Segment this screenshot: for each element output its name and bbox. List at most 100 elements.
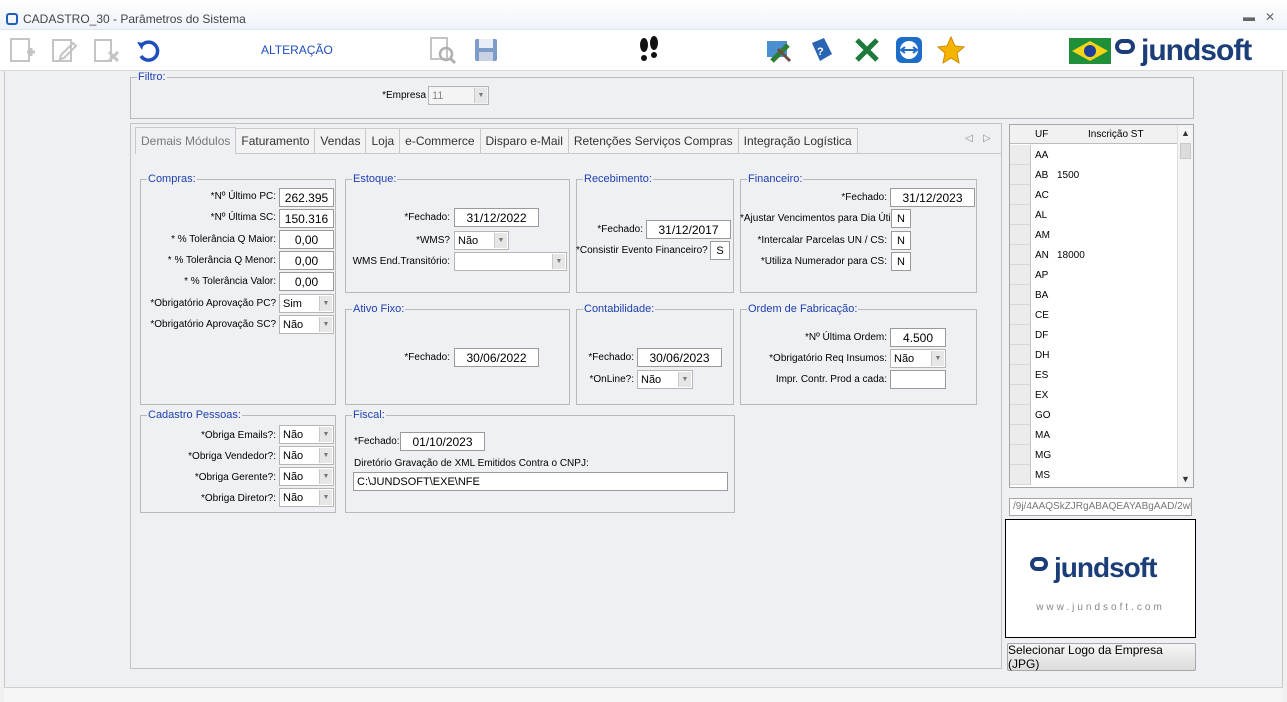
obriga-diretor-select[interactable]: Não ▼ xyxy=(279,488,334,507)
undo-icon[interactable] xyxy=(131,33,165,67)
grid-row[interactable]: MG xyxy=(1010,445,1178,465)
excel-icon[interactable] xyxy=(850,33,884,67)
tab-5[interactable]: Disparo e-Mail xyxy=(479,128,569,153)
row-selector[interactable] xyxy=(1010,405,1031,425)
row-selector[interactable] xyxy=(1010,245,1031,265)
inscricao-st-column-header[interactable]: Inscrição ST xyxy=(1088,129,1144,140)
row-selector[interactable] xyxy=(1010,465,1031,485)
recebimento-fechado-field[interactable]: 31/12/2017 xyxy=(646,220,731,239)
financeiro-fechado-field[interactable]: 31/12/2023 xyxy=(890,188,975,207)
grid-row[interactable]: ES xyxy=(1010,365,1178,385)
grid-row[interactable]: CE xyxy=(1010,305,1178,325)
grid-row[interactable]: AN 18000 xyxy=(1010,245,1178,265)
req-insumos-select[interactable]: Não ▼ xyxy=(890,349,946,368)
aprov-sc-select[interactable]: Não ▼ xyxy=(279,315,334,334)
logo-base64-field[interactable]: /9j/4AAQSkZJRgABAQEAYABgAAD/2wBD xyxy=(1009,498,1192,516)
uf-column-header[interactable]: UF xyxy=(1035,129,1048,140)
inscricao-st-cell[interactable]: 1500 xyxy=(1057,170,1079,181)
uf-cell: EX xyxy=(1035,390,1049,401)
impr-contr-field[interactable] xyxy=(890,370,946,389)
grid-row[interactable]: AL xyxy=(1010,205,1178,225)
grid-row[interactable]: AA xyxy=(1010,145,1178,165)
inscricao-st-cell[interactable]: 18000 xyxy=(1057,250,1085,261)
estoque-fechado-field[interactable]: 31/12/2022 xyxy=(454,208,539,227)
grid-scrollbar[interactable]: ▲ ▼ xyxy=(1177,125,1193,487)
row-selector[interactable] xyxy=(1010,325,1031,345)
close-button[interactable]: ✕ xyxy=(1265,10,1275,24)
row-selector[interactable] xyxy=(1010,145,1031,165)
tab-7[interactable]: Integração Logística xyxy=(737,128,858,153)
brazil-flag-icon[interactable] xyxy=(1066,33,1114,67)
tab-3[interactable]: Loja xyxy=(365,128,401,153)
inscricao-st-grid[interactable]: UF Inscrição ST AA AB 1500 AC AL AM AN 18000 AP B… xyxy=(1009,124,1194,488)
search-icon[interactable] xyxy=(425,33,459,67)
select-logo-button[interactable]: Selecionar Logo da Empresa (JPG) xyxy=(1007,643,1196,671)
delete-record-icon[interactable] xyxy=(89,33,123,67)
row-selector[interactable] xyxy=(1010,165,1031,185)
row-selector[interactable] xyxy=(1010,185,1031,205)
tab-2[interactable]: Vendas xyxy=(314,128,367,153)
row-selector[interactable] xyxy=(1010,265,1031,285)
row-selector[interactable] xyxy=(1010,365,1031,385)
intercalar-parcelas-field[interactable]: N xyxy=(891,231,911,250)
contabilidade-fechado-field[interactable]: 30/06/2023 xyxy=(637,348,722,367)
grid-row[interactable]: EX xyxy=(1010,385,1178,405)
grid-row[interactable]: AC xyxy=(1010,185,1178,205)
favorite-star-icon[interactable] xyxy=(934,33,968,67)
obriga-gerente-select[interactable]: Não ▼ xyxy=(279,467,334,486)
wms-end-select[interactable]: ▼ xyxy=(454,252,567,271)
scroll-thumb[interactable] xyxy=(1180,143,1191,159)
row-selector[interactable] xyxy=(1010,425,1031,445)
tab-4[interactable]: e-Commerce xyxy=(399,128,481,153)
obriga-emails-select[interactable]: Não ▼ xyxy=(279,425,334,444)
ajustar-vencimentos-field[interactable]: N xyxy=(891,209,911,228)
help-book-icon[interactable]: ? xyxy=(804,33,838,67)
fiscal-fechado-field[interactable]: 01/10/2023 xyxy=(400,432,485,451)
ultima-ordem-field[interactable]: 4.500 xyxy=(890,328,946,347)
wms-select[interactable]: Não ▼ xyxy=(454,231,509,250)
ultima-sc-field[interactable]: 150.316 xyxy=(279,209,334,228)
grid-row[interactable]: DF xyxy=(1010,325,1178,345)
new-record-icon[interactable] xyxy=(5,33,39,67)
save-icon[interactable] xyxy=(469,33,503,67)
xml-dir-field[interactable]: C:\JUNDSOFT\EXE\NFE xyxy=(353,472,728,491)
tol-valor-field[interactable]: 0,00 xyxy=(279,272,334,291)
row-selector[interactable] xyxy=(1010,285,1031,305)
tools-icon[interactable] xyxy=(762,33,796,67)
grid-row[interactable]: AB 1500 xyxy=(1010,165,1178,185)
edit-record-icon[interactable] xyxy=(47,33,81,67)
utiliza-numerador-field[interactable]: N xyxy=(891,252,911,271)
scroll-down-icon[interactable]: ▼ xyxy=(1181,474,1190,484)
ultimo-pc-field[interactable]: 262.395 xyxy=(279,188,334,207)
row-selector[interactable] xyxy=(1010,385,1031,405)
tab-next-icon[interactable]: ▷ xyxy=(983,133,991,144)
grid-row[interactable]: GO xyxy=(1010,405,1178,425)
grid-row[interactable]: DH xyxy=(1010,345,1178,365)
tab-1[interactable]: Faturamento xyxy=(235,128,316,153)
grid-row[interactable]: AP xyxy=(1010,265,1178,285)
ativo-fixo-fechado-field[interactable]: 30/06/2022 xyxy=(454,348,539,367)
row-selector[interactable] xyxy=(1010,305,1031,325)
row-selector[interactable] xyxy=(1010,345,1031,365)
grid-row[interactable]: BA xyxy=(1010,285,1178,305)
scroll-up-icon[interactable]: ▲ xyxy=(1181,128,1190,138)
tab-prev-icon[interactable]: ◁ xyxy=(965,133,973,144)
grid-row[interactable]: MS xyxy=(1010,465,1178,485)
evento-financeiro-field[interactable]: S xyxy=(710,241,730,260)
obriga-vendedor-select[interactable]: Não ▼ xyxy=(279,446,334,465)
grid-row[interactable]: AM xyxy=(1010,225,1178,245)
tol-maior-field[interactable]: 0,00 xyxy=(279,230,334,249)
online-select[interactable]: Não ▼ xyxy=(637,370,693,389)
remote-access-icon[interactable] xyxy=(892,33,926,67)
aprov-pc-select[interactable]: Sim ▼ xyxy=(279,294,334,313)
footsteps-icon[interactable] xyxy=(632,33,666,67)
row-selector[interactable] xyxy=(1010,225,1031,245)
grid-row[interactable]: MA xyxy=(1010,425,1178,445)
tol-menor-field[interactable]: 0,00 xyxy=(279,251,334,270)
minimize-button[interactable]: ▬ xyxy=(1243,10,1255,24)
row-selector[interactable] xyxy=(1010,205,1031,225)
tab-0[interactable]: Demais Módulos xyxy=(135,127,237,154)
empresa-select[interactable]: 11 ▼ xyxy=(428,86,489,105)
tab-6[interactable]: Retenções Serviços Compras xyxy=(567,128,739,153)
row-selector[interactable] xyxy=(1010,445,1031,465)
